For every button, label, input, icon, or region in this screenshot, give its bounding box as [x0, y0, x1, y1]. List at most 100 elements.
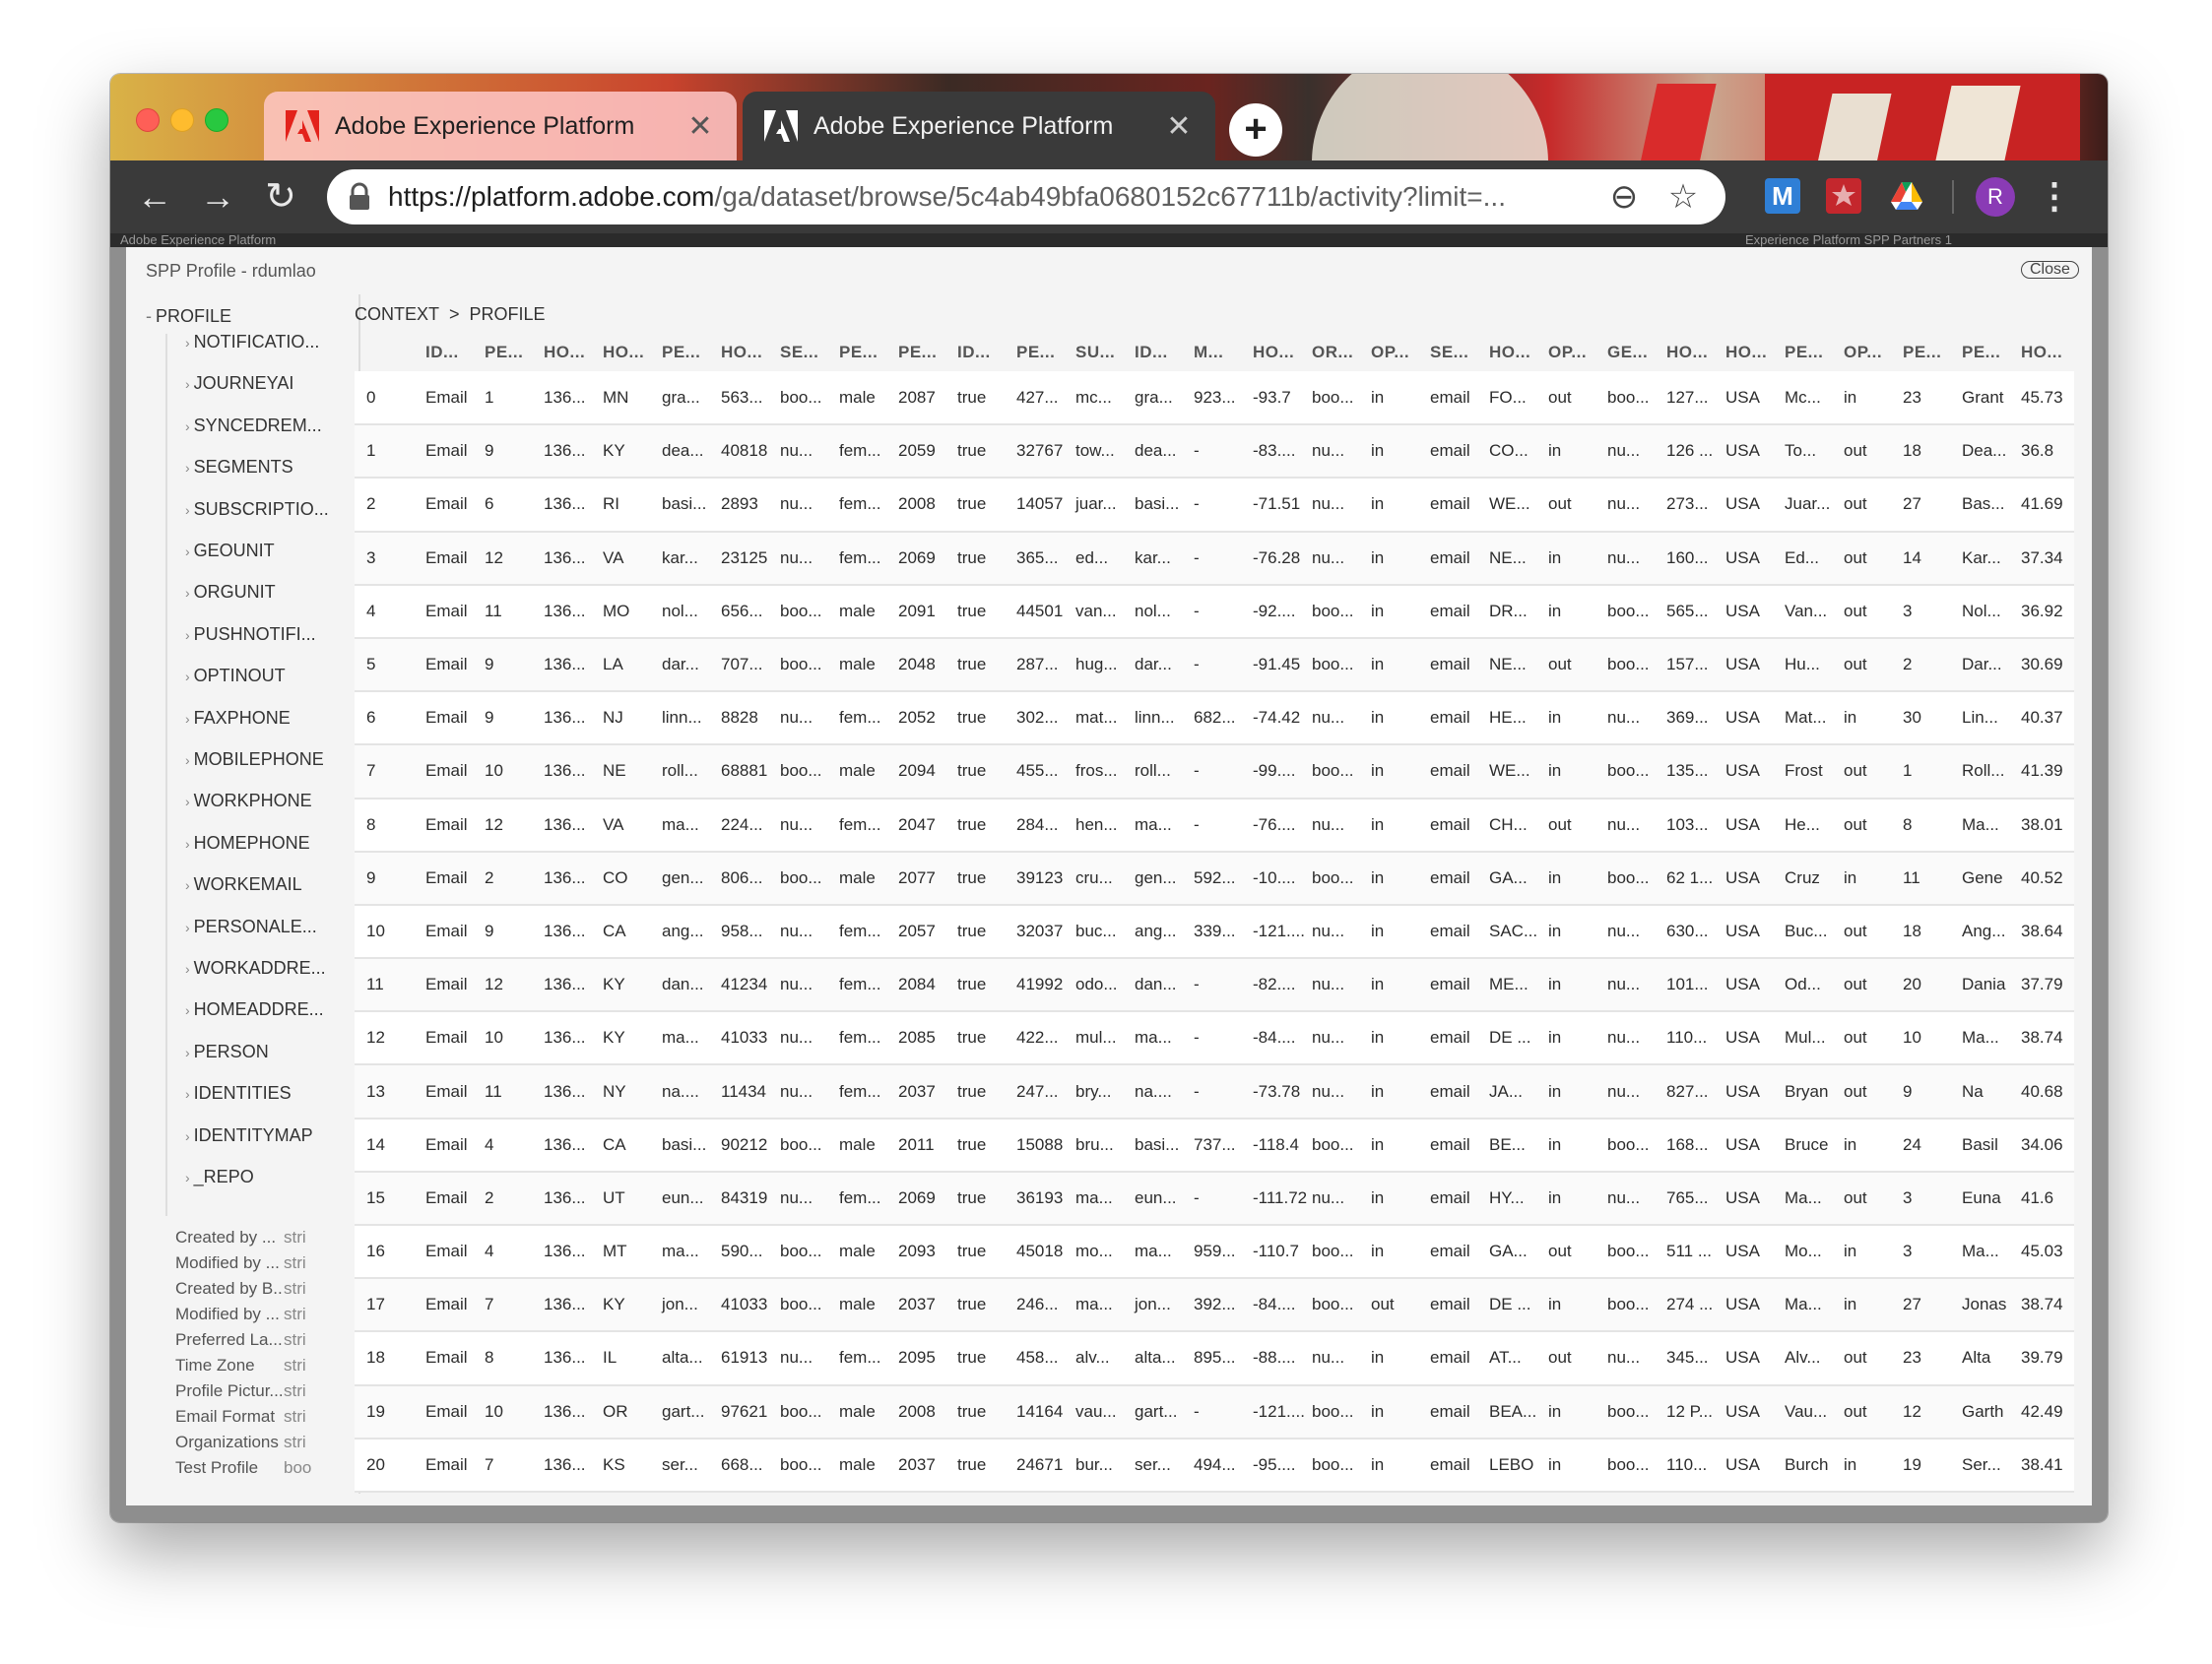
table-row[interactable]: 13 Email 11 136... NY na.... 11434 nu... fem... 2… [355, 1064, 2074, 1120]
window-minimize-button[interactable] [170, 108, 194, 132]
extension-drive-icon[interactable] [1889, 178, 1924, 214]
column-header[interactable]: SU... [1073, 334, 1133, 371]
table-row[interactable]: 7 Email 10 136... NE roll... 68881 boo... male 20… [355, 744, 2074, 800]
schema-field-row[interactable]: Modified by ... stri [175, 1253, 368, 1277]
forward-button[interactable]: → [193, 172, 242, 222]
schema-field-row[interactable]: Test Profile boo [175, 1458, 368, 1482]
extension-m-icon[interactable]: M [1765, 178, 1800, 214]
expand-caret-icon[interactable]: › [185, 585, 190, 601]
schema-field-row[interactable]: Modified by ... stri [175, 1305, 368, 1328]
tree-item[interactable]: › PUSHNOTIFI... [185, 624, 362, 654]
schema-field-row[interactable]: Email Format stri [175, 1407, 368, 1431]
column-header[interactable]: OP... [1369, 334, 1428, 371]
expand-caret-icon[interactable]: › [185, 376, 190, 392]
expand-caret-icon[interactable]: › [185, 1086, 190, 1102]
expand-caret-icon[interactable]: › [185, 752, 190, 768]
tree-item[interactable]: › _REPO [185, 1167, 362, 1196]
column-header[interactable]: OR... [1310, 334, 1369, 371]
tab-close-icon[interactable]: ✕ [1164, 109, 1194, 144]
table-row[interactable]: 18 Email 8 136... IL alta... 61913 nu... fem... 2… [355, 1331, 2074, 1386]
column-header[interactable]: ID... [423, 334, 483, 371]
column-header[interactable]: OP... [1546, 334, 1605, 371]
column-header[interactable]: PE... [837, 334, 896, 371]
expand-caret-icon[interactable]: › [185, 669, 190, 684]
expand-caret-icon[interactable]: › [185, 418, 190, 434]
column-header[interactable]: PE... [1901, 334, 1960, 371]
tree-item[interactable]: › FAXPHONE [185, 708, 362, 737]
column-header[interactable]: HO... [601, 334, 660, 371]
tree-item[interactable]: › PERSON [185, 1042, 362, 1071]
expand-caret-icon[interactable]: › [185, 1002, 190, 1018]
expand-caret-icon[interactable]: › [185, 1170, 190, 1185]
schema-field-row[interactable]: Preferred La...stri [175, 1330, 368, 1354]
close-button[interactable]: Close [2021, 261, 2079, 279]
column-header[interactable]: HO... [1664, 334, 1724, 371]
column-header[interactable]: OP... [1842, 334, 1901, 371]
column-header[interactable]: HO... [1724, 334, 1783, 371]
table-row[interactable]: 20 Email 7 136... KS ser... 668... boo... male 20… [355, 1438, 2074, 1493]
column-header[interactable]: SE... [1428, 334, 1487, 371]
table-row[interactable]: 19 Email 10 136... OR gart... 97621 boo... male 2… [355, 1384, 2074, 1440]
expand-caret-icon[interactable]: › [185, 961, 190, 977]
url-text[interactable]: https://platform.adobe.com/ga/dataset/br… [388, 181, 1588, 213]
tree-root-profile[interactable]: - PROFILE [146, 306, 231, 327]
table-row[interactable]: 0 Email 1 136... MN gra... 563... boo... male 208… [355, 371, 2074, 426]
tree-item[interactable]: › SUBSCRIPTIO... [185, 499, 362, 529]
column-header[interactable]: ID... [1133, 334, 1192, 371]
browser-tab[interactable]: Adobe Experience Platform ✕ [264, 92, 737, 160]
expand-caret-icon[interactable]: › [185, 460, 190, 476]
column-header[interactable]: PE... [896, 334, 955, 371]
tree-item[interactable]: › IDENTITYMAP [185, 1125, 362, 1155]
schema-field-row[interactable]: Profile Pictur...stri [175, 1381, 368, 1405]
expand-caret-icon[interactable]: › [185, 544, 190, 559]
collapse-caret-icon[interactable]: - [146, 306, 152, 326]
window-close-button[interactable] [136, 108, 160, 132]
zoom-out-icon[interactable]: ⊖ [1601, 174, 1647, 220]
tree-item[interactable]: › ORGUNIT [185, 582, 362, 611]
column-header[interactable]: PE... [660, 334, 719, 371]
expand-caret-icon[interactable]: › [185, 877, 190, 893]
table-row[interactable]: 16 Email 4 136... MT ma... 590... boo... male 209… [355, 1225, 2074, 1280]
table-row[interactable]: 4 Email 11 136... MO nol... 656... boo... male 20… [355, 584, 2074, 639]
expand-caret-icon[interactable]: › [185, 836, 190, 852]
expand-caret-icon[interactable]: › [185, 1128, 190, 1144]
column-header[interactable]: HO... [1487, 334, 1546, 371]
tree-item[interactable]: › GEOUNIT [185, 541, 362, 570]
breadcrumb-profile[interactable]: PROFILE [470, 304, 546, 324]
table-row[interactable]: 15 Email 2 136... UT eun... 84319 nu... fem... 20… [355, 1171, 2074, 1227]
column-header[interactable]: PE... [1014, 334, 1073, 371]
expand-caret-icon[interactable]: › [185, 335, 190, 351]
tree-item[interactable]: › WORKPHONE [185, 791, 362, 820]
expand-caret-icon[interactable]: › [185, 920, 190, 935]
breadcrumb-context[interactable]: CONTEXT [355, 304, 439, 324]
tree-item[interactable]: › WORKADDRE... [185, 958, 362, 988]
expand-caret-icon[interactable]: › [185, 1045, 190, 1060]
column-header[interactable]: M... [1192, 334, 1251, 371]
browser-menu-button[interactable]: ⋮ [2037, 172, 2072, 222]
column-header[interactable]: PE... [483, 334, 542, 371]
table-row[interactable]: 11 Email 12 136... KY dan... 41234 nu... fem... 2… [355, 958, 2074, 1013]
profile-avatar[interactable]: R [1976, 177, 2015, 217]
schema-field-row[interactable]: Created by ... stri [175, 1228, 368, 1251]
table-row[interactable]: 6 Email 9 136... NJ linn... 8828 nu... fem... 205… [355, 691, 2074, 746]
table-row[interactable]: 1 Email 9 136... KY dea... 40818 nu... fem... 205… [355, 424, 2074, 480]
schema-field-row[interactable]: Created by B...stri [175, 1279, 368, 1303]
schema-field-row[interactable]: Time Zone stri [175, 1356, 368, 1379]
column-header[interactable]: HO... [1251, 334, 1310, 371]
expand-caret-icon[interactable]: › [185, 627, 190, 643]
tree-item[interactable]: › WORKEMAIL [185, 874, 362, 904]
tab-close-icon[interactable]: ✕ [685, 109, 715, 144]
expand-caret-icon[interactable]: › [185, 711, 190, 727]
bookmark-star-icon[interactable]: ☆ [1660, 174, 1706, 220]
tree-item[interactable]: › OPTINOUT [185, 666, 362, 695]
column-header[interactable]: HO... [542, 334, 601, 371]
tree-item[interactable]: › SEGMENTS [185, 457, 362, 486]
tree-item[interactable]: › HOMEPHONE [185, 833, 362, 863]
column-header[interactable]: PE... [1960, 334, 2019, 371]
column-header[interactable]: ID... [955, 334, 1014, 371]
table-row[interactable]: 17 Email 7 136... KY jon... 41033 boo... male 203… [355, 1278, 2074, 1333]
browser-tab-active[interactable]: Adobe Experience Platform ✕ [743, 92, 1215, 160]
column-header[interactable]: GE... [1605, 334, 1664, 371]
column-header[interactable]: PE... [1783, 334, 1842, 371]
table-row[interactable]: 14 Email 4 136... CA basi... 90212 boo... male 20… [355, 1118, 2074, 1173]
